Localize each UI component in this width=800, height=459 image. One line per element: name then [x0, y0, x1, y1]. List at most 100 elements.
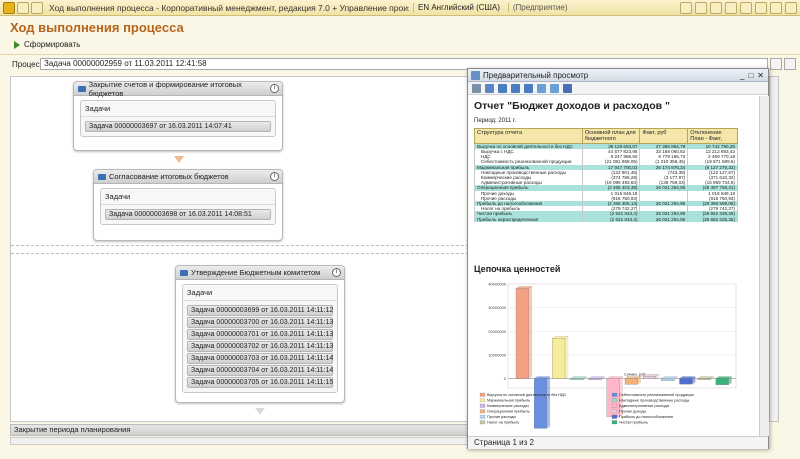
task-item[interactable]: Задача 00000003702 от 16.03.2011 14:11:1…: [187, 341, 333, 352]
bar: [570, 378, 584, 380]
task-item[interactable]: Задача 00000003701 от 16.03.2011 14:11:1…: [187, 329, 333, 340]
column-header: Основной план для бюджетного: [581, 128, 641, 144]
divider: [0, 54, 800, 55]
column-header: Структура отчета: [474, 128, 583, 144]
table-cell: Себестоимость реализованной продукции: [474, 159, 583, 165]
back-icon[interactable]: [17, 1, 29, 14]
task-item[interactable]: Задача 00000003700 от 16.03.2011 14:11:1…: [187, 317, 333, 328]
prev-page-icon[interactable]: [511, 83, 520, 93]
step-icon: [98, 173, 106, 180]
legend-swatch: [479, 409, 486, 414]
preview-scrollbar[interactable]: [759, 96, 769, 436]
value-chain-chart: 40000000 30000000 20000000 10000000 0 Сумма, …: [479, 282, 737, 429]
task-item[interactable]: Задача 00000003699 от 16.03.2011 14:11:1…: [187, 305, 333, 316]
maximize-icon[interactable]: □: [748, 71, 753, 80]
close-icon[interactable]: [785, 1, 797, 14]
language-indicator[interactable]: EN Английский (США): [413, 3, 504, 12]
move-icon[interactable]: [485, 83, 494, 93]
tasks-header: Задачи: [101, 189, 275, 205]
info-icon[interactable]: i: [332, 268, 341, 277]
legend-label: Маржинальная прибыль: [487, 399, 530, 403]
step-card[interactable]: Согласование итоговых бюджетов i Задачи …: [93, 169, 283, 241]
window-title: Ход выполнения процесса - Корпоративный …: [49, 2, 409, 13]
legend-swatch: [611, 392, 618, 397]
report-table: Структура отчета Основной план для бюдже…: [474, 128, 738, 222]
step-card[interactable]: Утверждение Бюджетным комитетом i Задачи…: [175, 265, 345, 403]
step-icon: [180, 269, 188, 276]
column-header: Отклонение План - Факт,: [687, 128, 738, 144]
calendar-icon[interactable]: [710, 1, 722, 14]
legend-swatch: [611, 409, 618, 414]
task-item[interactable]: Задача 00000003698 от 16.03.2011 14:08:5…: [105, 209, 271, 220]
report-title: Отчет "Бюджет доходов и расходов ": [474, 100, 670, 112]
info-icon[interactable]: i: [270, 84, 280, 93]
task-item[interactable]: Задача 00000003703 от 16.03.2011 14:11:1…: [187, 353, 333, 364]
app-logo-icon[interactable]: [3, 1, 15, 14]
task-item[interactable]: Задача 00000003704 от 16.03.2011 14:11:1…: [187, 365, 333, 376]
y-tick-label: 10000000: [488, 352, 507, 357]
legend-label: Выручка по основной деятельности без НДС: [487, 393, 567, 397]
step-title: Закрытие счетов и формирование итоговых …: [88, 79, 242, 98]
step-header: Закрытие счетов и формирование итоговых …: [74, 79, 282, 98]
generate-button-label: Сформировать: [24, 40, 81, 49]
next-page-icon[interactable]: [524, 83, 533, 93]
maximize-icon[interactable]: [770, 1, 782, 14]
info-icon[interactable]: i: [270, 172, 279, 181]
legend-swatch: [479, 398, 486, 403]
chart-title: Цепочка ценностей: [474, 264, 561, 274]
bar-side: [564, 336, 569, 379]
legend-label: Операционная прибыль: [487, 410, 530, 414]
tasks-group: Задачи Задача 00000003699 от 16.03.2011 …: [182, 284, 338, 393]
task-item[interactable]: Задача 00000003697 от 16.03.2011 14:07:4…: [85, 121, 271, 132]
legend-label: Коммерческие расходы: [487, 404, 529, 408]
preview-titlebar: Предварительный просмотр _ □ ✕: [468, 69, 768, 82]
page-title: Ход выполнения процесса: [10, 20, 184, 35]
task-item[interactable]: Задача 00000003705 от 16.03.2011 14:11:1…: [187, 377, 333, 388]
tasks-header: Задачи: [81, 101, 275, 117]
save-icon[interactable]: [680, 1, 692, 14]
forward-icon[interactable]: [31, 1, 43, 14]
tasks-group: Задачи Задача 00000003698 от 16.03.2011 …: [100, 188, 276, 225]
process-select-button[interactable]: [770, 58, 782, 70]
preview-window[interactable]: Предварительный просмотр _ □ ✕ Отчет "Бю…: [467, 68, 769, 449]
step-header: Согласование итоговых бюджетов i: [94, 170, 282, 184]
calculator-icon[interactable]: [695, 1, 707, 14]
minimize-icon[interactable]: [755, 1, 767, 14]
close-icon[interactable]: ✕: [757, 71, 764, 80]
table-cell: (28 662 338,35): [687, 216, 738, 222]
print-icon[interactable]: [472, 83, 481, 93]
preview-icon: [471, 70, 480, 80]
zoom-out-icon[interactable]: [550, 83, 559, 93]
window-titlebar: Ход выполнения процесса - Корпоративный …: [0, 0, 800, 16]
bar: [552, 338, 566, 379]
y-tick-label: 20000000: [488, 329, 507, 334]
process-open-button[interactable]: [784, 58, 796, 70]
flow-arrow: [174, 156, 184, 163]
preview-page: Отчет "Бюджет доходов и расходов " Перио…: [468, 96, 758, 436]
step-card[interactable]: Закрытие счетов и формирование итоговых …: [73, 79, 283, 151]
zoom-in-icon[interactable]: [537, 83, 546, 93]
step-title: Согласование итоговых бюджетов: [109, 172, 229, 181]
tasks-header: Задачи: [183, 285, 337, 301]
vertical-scrollbar[interactable]: [769, 76, 779, 422]
bar-side: [528, 286, 532, 379]
legend-swatch: [479, 392, 486, 397]
legend-label: Административные расходы: [619, 404, 670, 408]
minimize-icon[interactable]: _: [740, 71, 744, 80]
horizontal-scrollbar[interactable]: [10, 437, 468, 445]
legend-swatch: [479, 414, 486, 419]
legend-label: Налог на прибыль: [487, 421, 519, 425]
generate-button[interactable]: Сформировать: [14, 40, 80, 49]
first-page-icon[interactable]: [498, 83, 507, 93]
legend-label: Прочие расходы: [487, 415, 516, 419]
step-header: Утверждение Бюджетным комитетом i: [176, 266, 344, 280]
info-icon[interactable]: [740, 1, 752, 14]
step-icon: [78, 85, 86, 92]
step-closing-period[interactable]: Закрытие периода планирования: [10, 424, 468, 436]
flow-arrow: [255, 408, 265, 415]
favorites-icon[interactable]: [725, 1, 737, 14]
mode-indicator[interactable]: (Предприятие): [507, 3, 572, 12]
close-preview-icon[interactable]: [563, 83, 572, 93]
legend-label: Прибыль до налогообложения: [619, 415, 673, 419]
bar: [515, 288, 529, 379]
